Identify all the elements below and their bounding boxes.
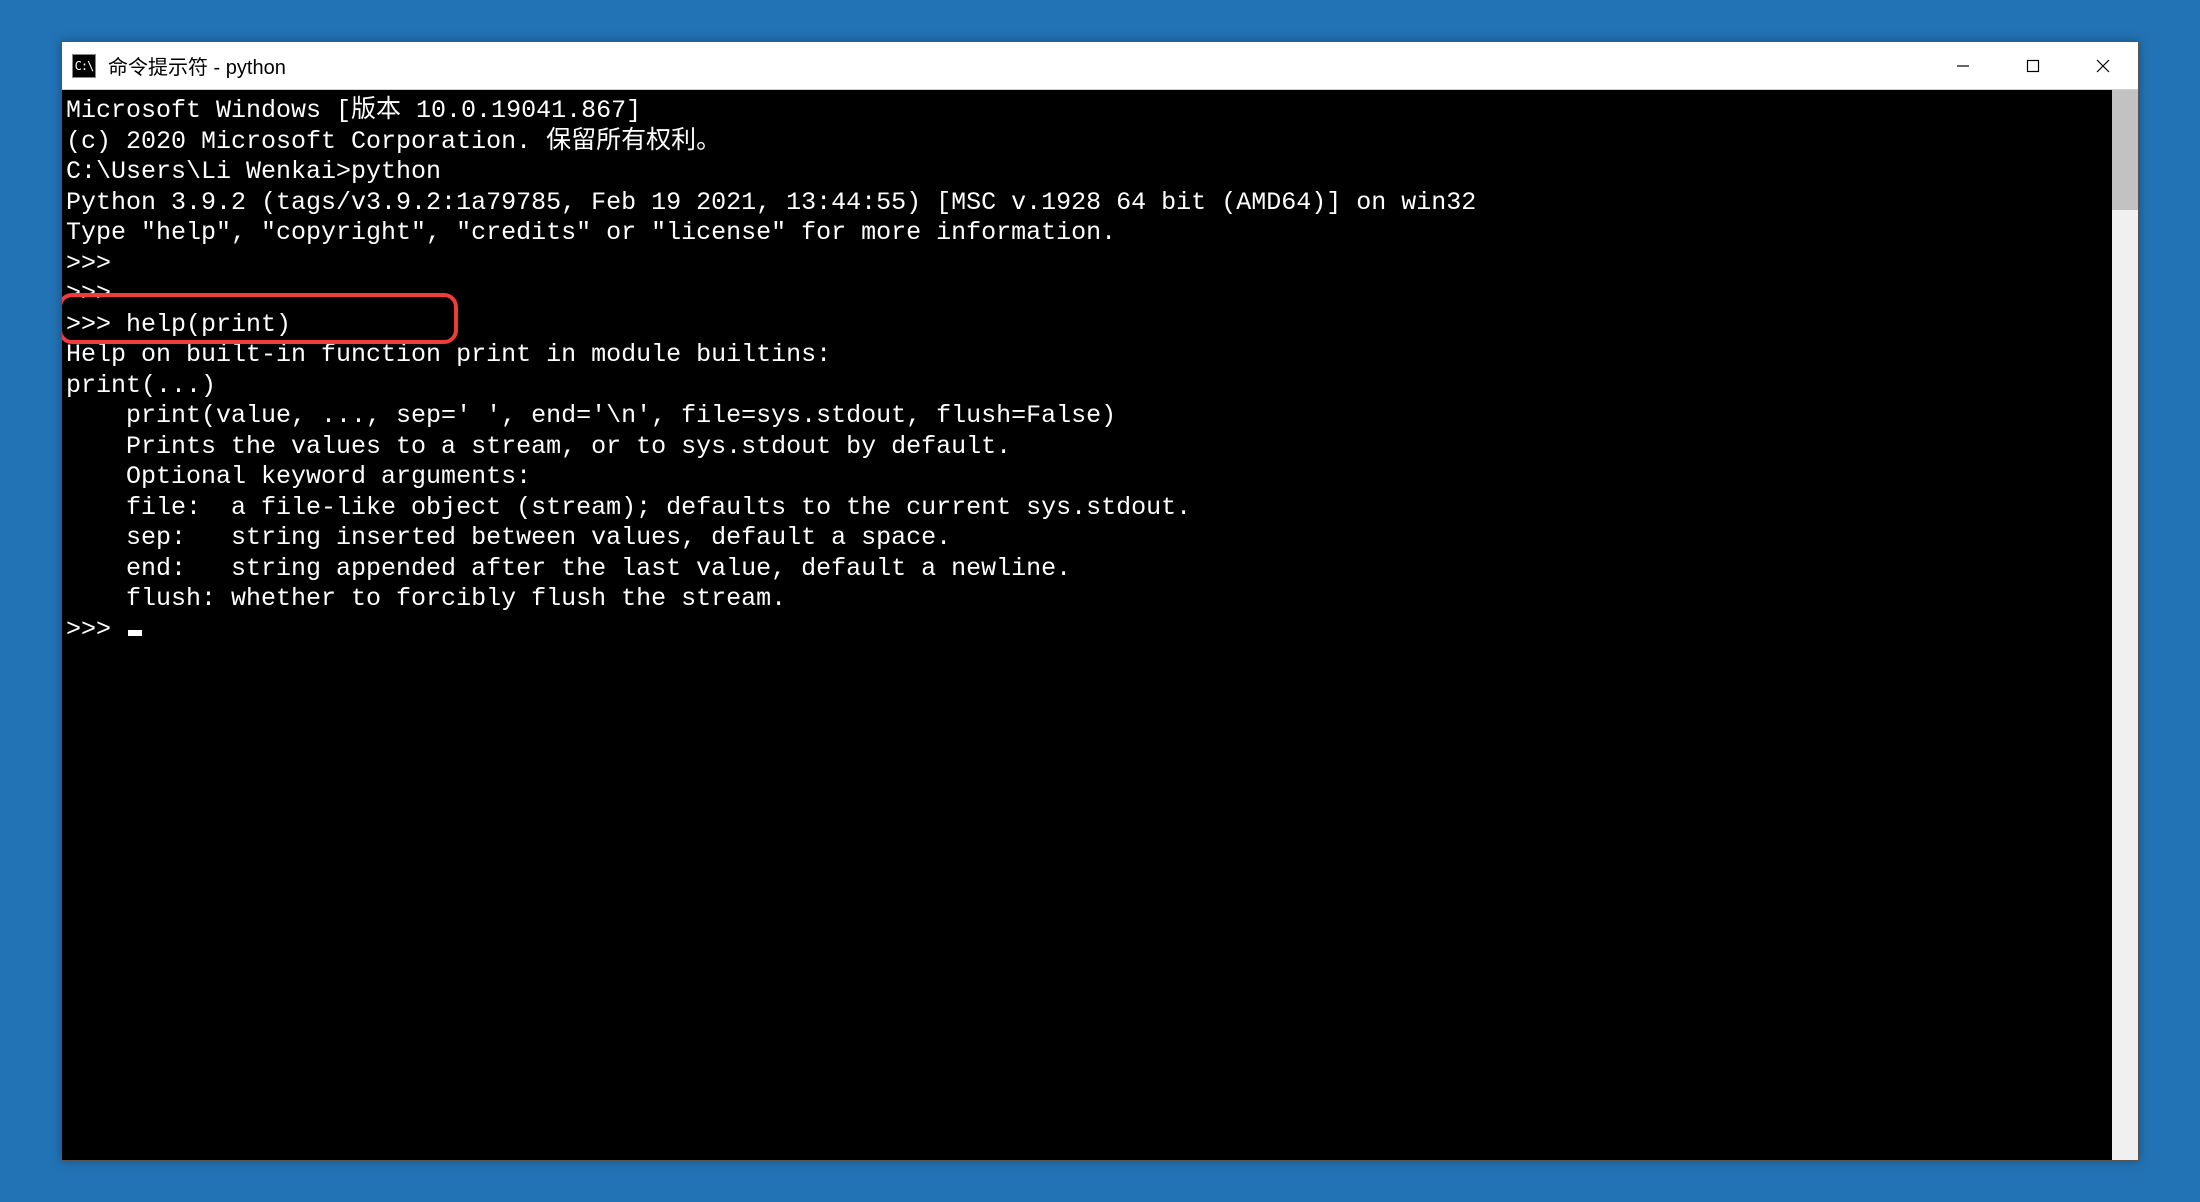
terminal-line: >>>: [66, 249, 2112, 280]
terminal-line: print(value, ..., sep=' ', end='\n', fil…: [66, 401, 2112, 432]
terminal-line: Help on built-in function print in modul…: [66, 340, 2112, 371]
terminal-line: end: string appended after the last valu…: [66, 554, 2112, 585]
close-button[interactable]: [2068, 42, 2138, 89]
terminal-line: C:\Users\Li Wenkai>python: [66, 157, 2112, 188]
terminal-line: file: a file-like object (stream); defau…: [66, 493, 2112, 524]
vertical-scrollbar[interactable]: [2112, 90, 2138, 1160]
terminal-line: >>>: [66, 615, 2112, 646]
terminal-line: Type "help", "copyright", "credits" or "…: [66, 218, 2112, 249]
terminal-line: Optional keyword arguments:: [66, 462, 2112, 493]
cursor: [128, 630, 142, 636]
title-bar[interactable]: C:\ 命令提示符 - python: [62, 42, 2138, 90]
scrollbar-thumb[interactable]: [2112, 90, 2138, 210]
window-controls: [1928, 42, 2138, 89]
minimize-button[interactable]: [1928, 42, 1998, 89]
terminal-line: flush: whether to forcibly flush the str…: [66, 584, 2112, 615]
cmd-icon: C:\: [72, 54, 96, 78]
window-title: 命令提示符 - python: [108, 51, 286, 80]
terminal-line: print(...): [66, 371, 2112, 402]
terminal-client-area: Microsoft Windows [版本 10.0.19041.867](c)…: [62, 90, 2138, 1160]
terminal-line: (c) 2020 Microsoft Corporation. 保留所有权利。: [66, 127, 2112, 158]
maximize-button[interactable]: [1998, 42, 2068, 89]
terminal-line: Prints the values to a stream, or to sys…: [66, 432, 2112, 463]
terminal-output[interactable]: Microsoft Windows [版本 10.0.19041.867](c)…: [62, 90, 2112, 1160]
terminal-line: >>> help(print): [66, 310, 2112, 341]
terminal-line: >>>: [66, 279, 2112, 310]
terminal-line: Python 3.9.2 (tags/v3.9.2:1a79785, Feb 1…: [66, 188, 2112, 219]
terminal-line: sep: string inserted between values, def…: [66, 523, 2112, 554]
terminal-line: Microsoft Windows [版本 10.0.19041.867]: [66, 96, 2112, 127]
command-prompt-window: C:\ 命令提示符 - python Microsoft Windows [版本…: [61, 41, 2139, 1161]
